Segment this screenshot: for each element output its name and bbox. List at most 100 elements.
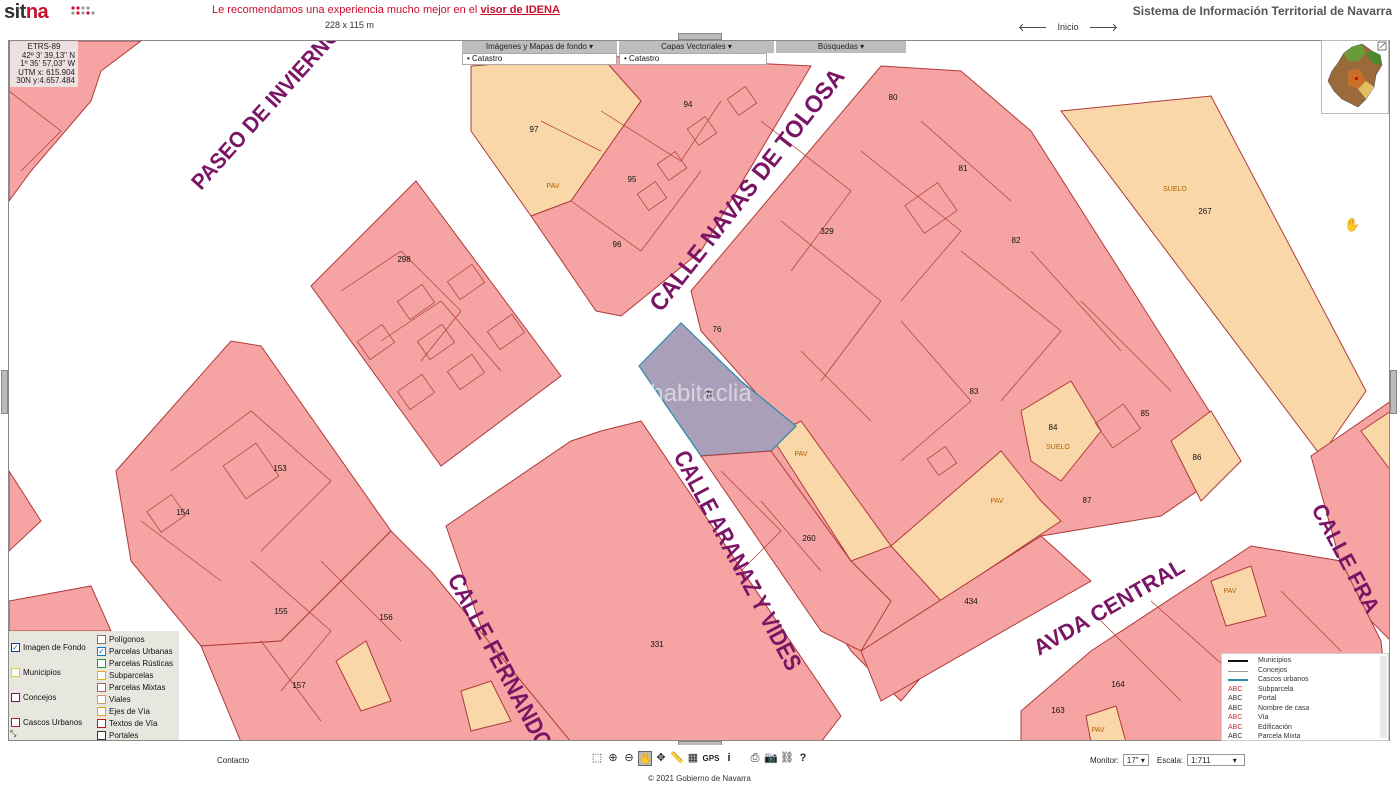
menu-vector-layers: Capas Vectoriales ▾ • Catastro <box>619 41 774 65</box>
map-toolbar: ⬚ ⊕ ⊖ ✋ ✥ 📏 ▦ GPS i ⎙ 📷 ⛓ ? <box>590 751 810 766</box>
layer-checkbox[interactable] <box>97 706 106 716</box>
legend-scrollbar[interactable] <box>1380 656 1387 738</box>
left-collapse-handle[interactable] <box>1 370 8 414</box>
logo-text-na: na <box>25 1 49 23</box>
layer-label: Subparcelas <box>109 670 154 680</box>
legend-text-swatch: ABC <box>1228 685 1243 693</box>
legend-label: Municipios <box>1258 657 1292 665</box>
menu-vector-layers-selected[interactable]: • Catastro <box>619 53 767 65</box>
scale-select[interactable]: 1:711 ▾ <box>1187 754 1246 766</box>
legend-text-swatch: ABC <box>1228 714 1243 722</box>
zoom-box-icon[interactable]: ⬚ <box>590 751 604 766</box>
parcel-label: 97 <box>530 125 539 134</box>
layer-item-roads[interactable]: Viales <box>97 693 179 705</box>
camera-icon[interactable]: 📷 <box>764 751 778 766</box>
cadastre-info-icon[interactable]: ▦ <box>686 751 700 766</box>
parcel-label: 157 <box>292 681 306 690</box>
menu-background-maps-button[interactable]: Imágenes y Mapas de fondo ▾ <box>462 41 617 53</box>
layer-item-road-axes[interactable]: Ejes de Vía <box>97 705 179 717</box>
legend-row-building: ABC Edificación <box>1222 723 1388 733</box>
use-label: SUELO <box>1046 444 1070 451</box>
layer-checkbox[interactable] <box>97 634 106 644</box>
parcel-label: 87 <box>1083 496 1092 505</box>
layer-item-background[interactable]: Imagen de Fondo <box>11 635 95 659</box>
layer-item-polygons[interactable]: Polígonos <box>97 633 179 645</box>
coordinates-panel: ETRS-89 42º 3' 39,13" N 1º 35' 57,03" W … <box>10 41 78 87</box>
use-label: PAV <box>991 498 1004 505</box>
layer-checkbox[interactable] <box>97 694 106 704</box>
layer-checkbox[interactable] <box>97 730 106 740</box>
contact-link[interactable]: Contacto <box>217 756 249 765</box>
print-icon[interactable]: ⎙ <box>748 751 762 766</box>
measure-icon[interactable]: 📏 <box>670 751 684 766</box>
legend-text-swatch: ABC <box>1228 704 1243 712</box>
parcel-label: 260 <box>802 534 816 543</box>
header-bar: sitna Le recomendamos una experiencia mu… <box>0 0 1400 34</box>
layer-label: Ejes de Vía <box>109 706 150 716</box>
parcel-label: 434 <box>964 597 978 606</box>
layer-item-mixed-parcels[interactable]: Parcelas Mixtas <box>97 681 179 693</box>
layer-checkbox[interactable] <box>97 718 106 728</box>
layer-item-portals[interactable]: Portales <box>97 729 179 741</box>
layer-checkbox[interactable] <box>97 682 106 692</box>
parcel-label: 163 <box>1051 706 1065 715</box>
layer-checkbox[interactable] <box>97 658 106 668</box>
help-icon[interactable]: ? <box>796 751 810 766</box>
monitor-select[interactable]: 17" ▾ <box>1122 754 1149 766</box>
layers-panel: Imagen de Fondo Municipios Concejos Casc… <box>9 631 179 740</box>
forward-arrow-icon[interactable]: 🡒 <box>1089 20 1119 34</box>
right-collapse-handle[interactable] <box>1390 370 1397 414</box>
layer-label: Parcelas Mixtas <box>109 682 166 692</box>
vector-layers-list: Polígonos Parcelas Urbanas Parcelas Rúst… <box>97 633 179 741</box>
legend-row-concejos: Concejos <box>1222 666 1388 676</box>
layer-concejos-checkbox[interactable] <box>11 692 20 702</box>
top-collapse-handle[interactable] <box>678 33 722 40</box>
collapse-corner-icon[interactable]: ⤡ <box>10 729 16 739</box>
logo-dots-icon <box>71 6 95 15</box>
gps-icon[interactable]: GPS <box>702 751 720 766</box>
info-icon[interactable]: i <box>722 751 736 766</box>
legend-label: Vía <box>1258 714 1269 722</box>
legend-row-mixed-parcel: ABC Parcela Mixta <box>1222 732 1388 741</box>
menu-background-maps-selected[interactable]: • Catastro <box>462 53 617 65</box>
layer-item-urban-parcels[interactable]: Parcelas Urbanas <box>97 645 179 657</box>
layer-item-rustic-parcels[interactable]: Parcelas Rústicas <box>97 657 179 669</box>
legend-row-subparcel: ABC Subparcela <box>1222 685 1388 695</box>
layer-item-subparcels[interactable]: Subparcelas <box>97 669 179 681</box>
layer-checkbox[interactable] <box>97 646 106 656</box>
idena-viewer-link[interactable]: visor de IDENA <box>480 4 559 16</box>
legend-row-urban-areas: Cascos urbanos <box>1222 675 1388 685</box>
zoom-out-icon[interactable]: ⊖ <box>622 751 636 766</box>
monitor-label: Monitor: <box>1090 755 1119 765</box>
parcel-label: 96 <box>613 240 622 249</box>
cadastral-map[interactable]: PASEO DE INVIERNO CALLE NAVAS DE TOLOSA … <box>9 41 1390 741</box>
parcel-label: 76 <box>713 325 722 334</box>
legend-row-portal: ABC Portal <box>1222 694 1388 704</box>
layer-item-municipalities[interactable]: Municipios <box>11 659 95 685</box>
move-icon[interactable]: ✥ <box>654 751 668 766</box>
map-viewport[interactable]: PASEO DE INVIERNO CALLE NAVAS DE TOLOSA … <box>8 40 1390 741</box>
layer-item-urban-areas[interactable]: Cascos Urbanos <box>11 709 95 735</box>
menu-searches-button[interactable]: Búsquedas ▾ <box>776 41 906 53</box>
layer-item-road-texts[interactable]: Textos de Vía <box>97 717 179 729</box>
zoom-in-icon[interactable]: ⊕ <box>606 751 620 766</box>
layer-item-concejos[interactable]: Concejos <box>11 685 95 709</box>
sitna-logo[interactable]: sitna <box>4 1 49 24</box>
navarra-locator-map[interactable] <box>1321 40 1389 114</box>
link-icon[interactable]: ⛓ <box>780 751 794 766</box>
back-arrow-icon[interactable]: 🡐 <box>1018 20 1048 34</box>
layer-label: Textos de Vía <box>109 718 158 728</box>
parcel-label: 82 <box>1012 236 1021 245</box>
menu-background-maps: Imágenes y Mapas de fondo ▾ • Catastro <box>462 41 617 65</box>
home-link[interactable]: Inicio <box>1058 22 1079 32</box>
legend-text-swatch: ABC <box>1228 733 1243 741</box>
pan-hand-icon[interactable]: ✋ <box>638 751 653 766</box>
layer-background-checkbox[interactable] <box>11 642 20 652</box>
layer-label: Parcelas Rústicas <box>109 658 174 668</box>
legend-label: Subparcela <box>1258 685 1294 693</box>
layer-municipalities-checkbox[interactable] <box>11 667 20 677</box>
layer-checkbox[interactable] <box>97 670 106 680</box>
parcel-label: 84 <box>1049 423 1058 432</box>
menu-vector-layers-button[interactable]: Capas Vectoriales ▾ <box>619 41 774 53</box>
layer-urban-areas-checkbox[interactable] <box>11 717 20 727</box>
